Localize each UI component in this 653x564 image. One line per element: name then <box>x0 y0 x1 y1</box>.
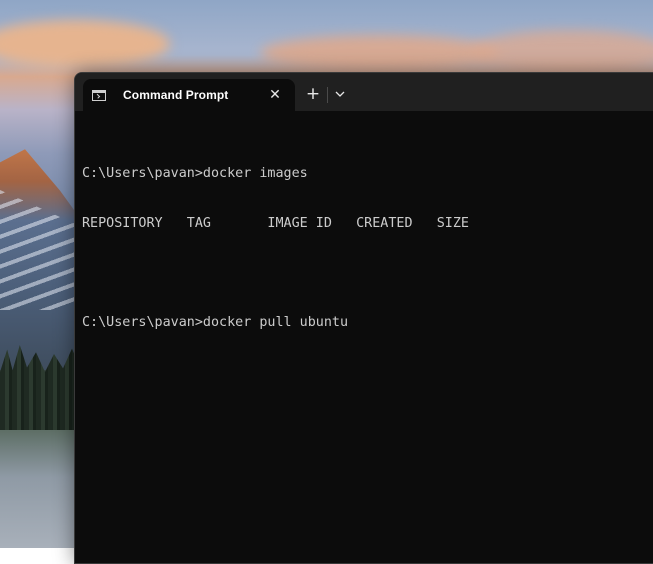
terminal-icon <box>92 89 106 101</box>
wallpaper-cloud <box>260 35 500 71</box>
terminal-line: REPOSITORY TAG IMAGE ID CREATED SIZE <box>82 215 469 231</box>
tab-title: Command Prompt <box>123 88 229 102</box>
wallpaper-cloud <box>470 30 653 74</box>
chevron-down-icon <box>335 91 345 97</box>
tab-command-prompt[interactable]: Command Prompt ✕ <box>83 79 295 111</box>
tab-divider <box>327 87 328 103</box>
terminal-window[interactable]: Command Prompt ✕ + C:\Users\pavan>docker… <box>74 72 653 564</box>
terminal-output[interactable]: C:\Users\pavan>docker images REPOSITORY … <box>75 111 653 364</box>
wallpaper-cloud <box>0 20 170 68</box>
terminal-line: C:\Users\pavan>docker pull ubuntu <box>82 314 349 330</box>
tab-dropdown-button[interactable] <box>331 83 349 105</box>
terminal-line: C:\Users\pavan>docker images <box>82 166 308 181</box>
new-tab-button[interactable]: + <box>303 83 323 105</box>
close-icon[interactable]: ✕ <box>265 85 285 105</box>
title-bar[interactable]: Command Prompt ✕ + <box>75 73 653 111</box>
